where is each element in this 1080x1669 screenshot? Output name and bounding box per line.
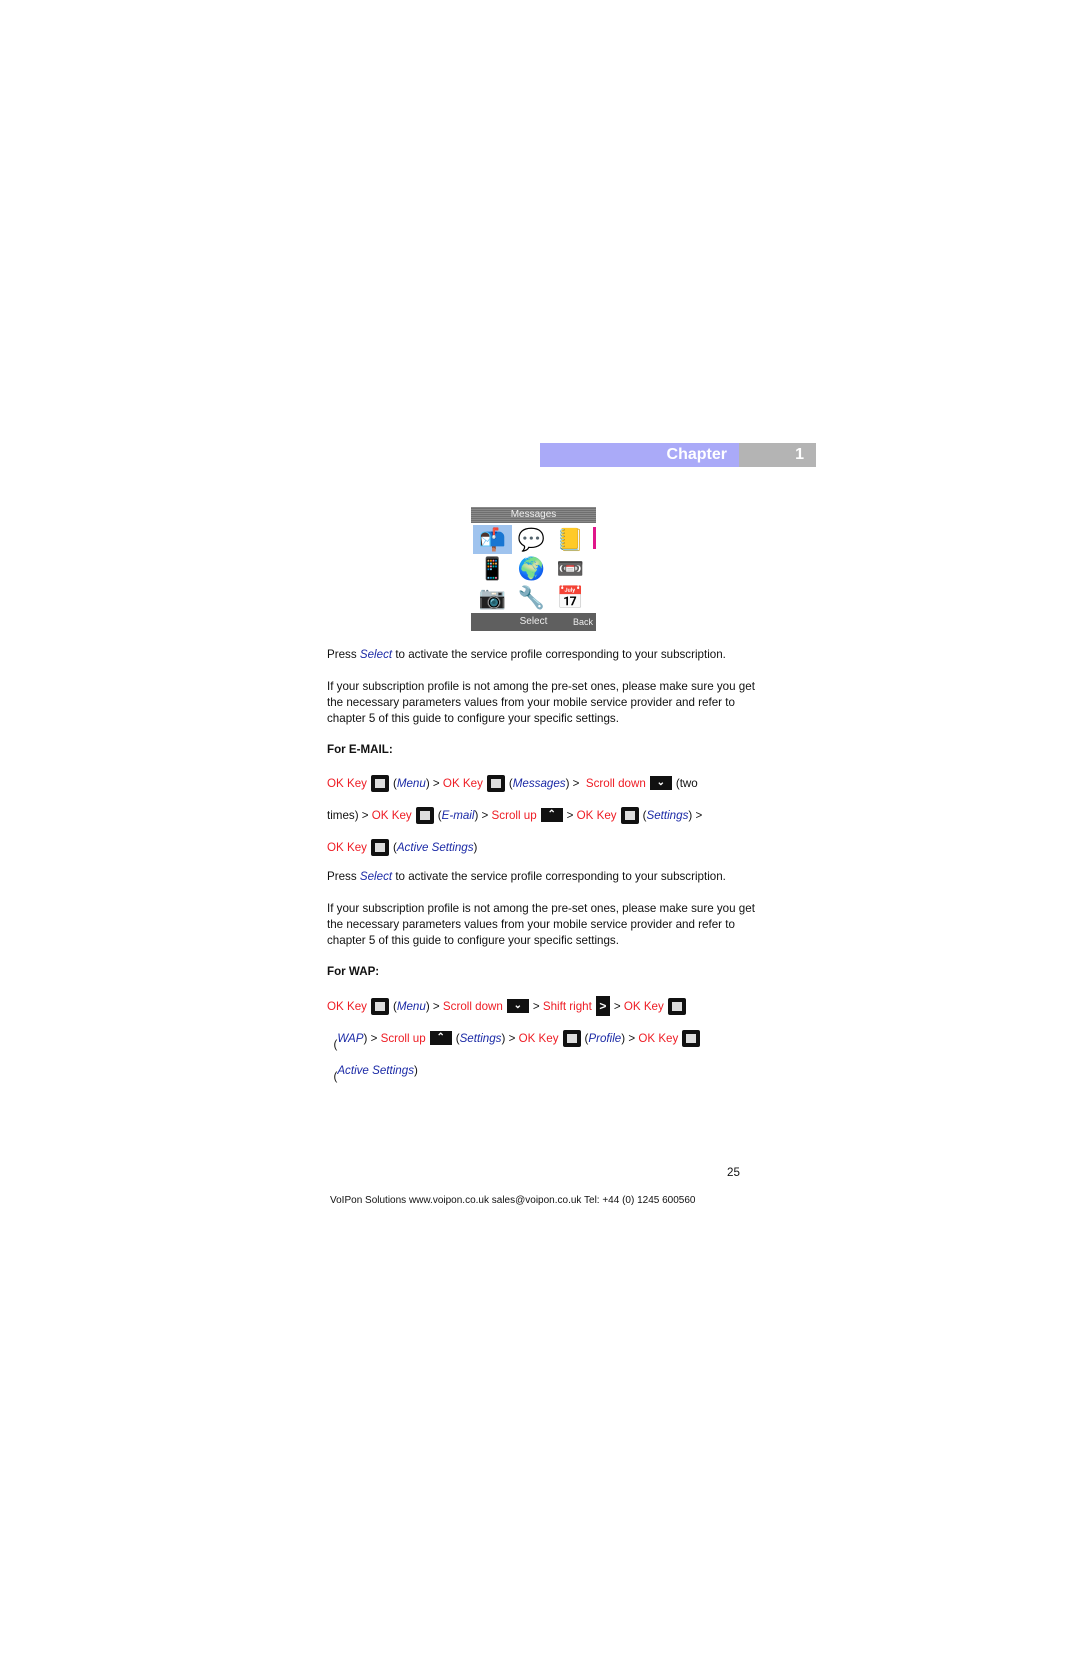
ok-key-icon: [562, 1029, 581, 1047]
shift-right-icon: >: [595, 996, 610, 1016]
email-steps-line-1: OK Key(Menu) > OK Key(Messages) > Scroll…: [327, 774, 698, 792]
select-term: Select: [359, 870, 393, 883]
scroll-down-icon: ⌄: [506, 999, 529, 1013]
ok-key-icon: [370, 838, 389, 856]
footer-contact: VoIPon Solutions www.voipon.co.uk sales@…: [330, 1195, 696, 1206]
ok-key-icon: [682, 1029, 701, 1047]
book-icon: 📒: [556, 526, 585, 552]
scroll-down-icon: ⌄: [649, 776, 672, 790]
email-heading: For E-MAIL:: [327, 743, 393, 756]
second-instruction: Press Select to activate the service pro…: [327, 870, 726, 883]
wap-steps-line-2: (WAP) > Scroll up ⌃(Settings) > OK Key(Pr…: [327, 1027, 767, 1051]
calendar-icon: 📅: [556, 585, 585, 611]
page-number: 25: [727, 1166, 740, 1179]
chapter-number: 1: [739, 443, 816, 467]
select-term: Select: [359, 648, 393, 661]
wap-steps-line-3: (Active Settings): [333, 1063, 418, 1084]
phone-scrollbar: [593, 527, 596, 549]
ok-key-icon: [415, 806, 434, 824]
second-note: If your subscription profile is not amon…: [327, 902, 755, 947]
sms-icon: 💬: [517, 526, 546, 552]
ok-key-icon: [667, 997, 686, 1015]
scroll-up-icon: ⌃: [429, 1031, 452, 1045]
mailbox-icon: 📬: [473, 525, 512, 555]
email-steps-line-3: OK Key (Active Settings): [327, 838, 478, 856]
ok-key-icon: [370, 997, 389, 1015]
phone-screen-title: Messages: [471, 507, 596, 523]
phone-menu-grid: 📬 💬 📒 📱 🌍 📼 📷 🔧 📅: [471, 523, 596, 613]
intro-instruction: Press Select to activate the service pro…: [327, 648, 726, 661]
cassette-icon: 📼: [556, 555, 585, 581]
phone-screenshot: Messages 📬 💬 📒 📱 🌍 📼 📷 🔧 📅 Select Back: [471, 507, 596, 631]
phone-softkeys: Select Back: [471, 613, 596, 631]
ok-key-icon: [370, 774, 389, 792]
chapter-header: Chapter 1: [540, 443, 816, 467]
phone-tower-icon: 📱: [478, 555, 507, 581]
scroll-up-icon: ⌃: [540, 808, 563, 822]
intro-note: If your subscription profile is not amon…: [327, 680, 755, 725]
globe-icon: 🌍: [517, 555, 546, 581]
phone-tools-icon: 🔧: [517, 585, 546, 611]
chapter-label: Chapter: [540, 443, 739, 467]
email-steps-line-2: times) > OK Key(E-mail) > Scroll up ⌃ > OK…: [327, 806, 703, 824]
ok-key-icon: [486, 774, 505, 792]
camera-icon: 📷: [478, 585, 507, 611]
wap-steps-line-1: OK Key(Menu) > Scroll down ⌄ > Shift right…: [327, 995, 767, 1017]
wap-heading: For WAP:: [327, 965, 380, 978]
softkey-back: Back: [572, 617, 593, 627]
ok-key-icon: [620, 806, 639, 824]
